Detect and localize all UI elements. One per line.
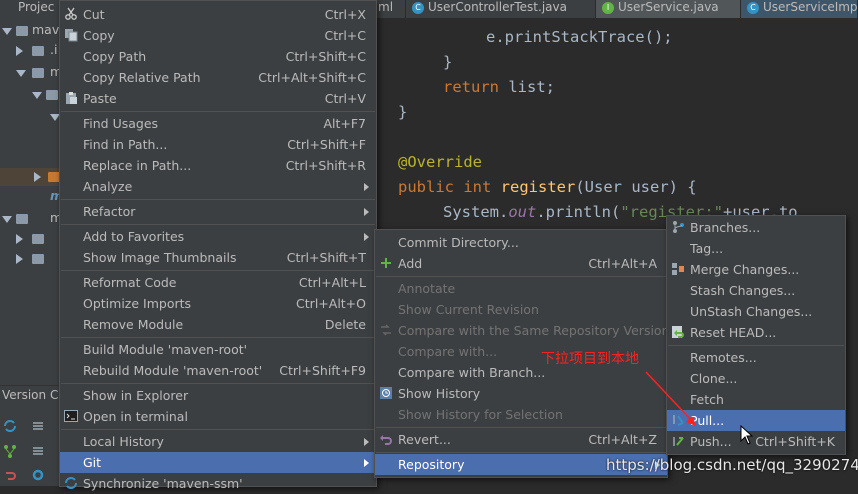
mouse-cursor-icon — [740, 425, 754, 445]
annotation-arrow-icon — [645, 371, 696, 426]
watermark: https://blog.csdn.net/qq_32902741 — [606, 456, 858, 474]
